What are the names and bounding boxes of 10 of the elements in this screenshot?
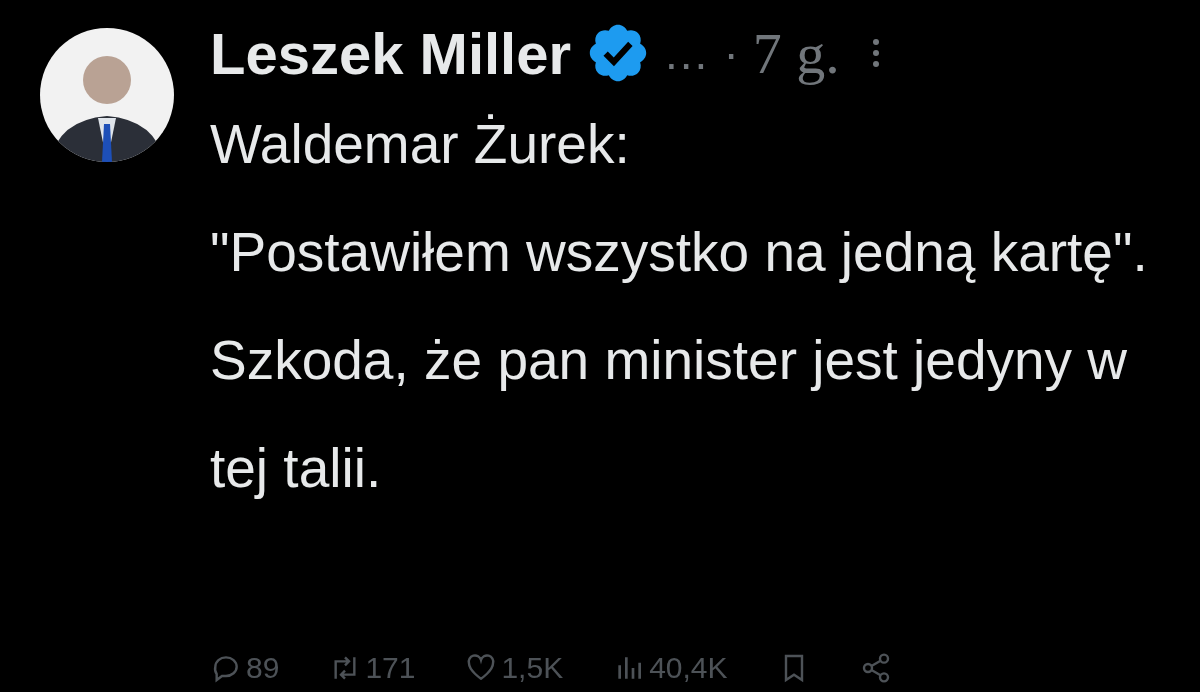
handle-ellipsis: ... <box>665 26 710 80</box>
action-count: 171 <box>365 651 416 685</box>
action-count: 40,4K <box>649 651 728 685</box>
action-count: 89 <box>246 651 280 685</box>
author-name[interactable]: Leszek Miller <box>210 19 572 87</box>
more-options-icon[interactable] <box>871 38 880 68</box>
post-text: Waldemar Żurek: "Postawiłem wszystko na jedną kartę". Szkoda, że pan minister jest jedyny w tej talii. <box>210 112 1149 501</box>
post-time[interactable]: 7 g. <box>752 19 840 87</box>
separator-dot: · <box>723 26 739 80</box>
action-count: 1,5K <box>501 651 564 685</box>
